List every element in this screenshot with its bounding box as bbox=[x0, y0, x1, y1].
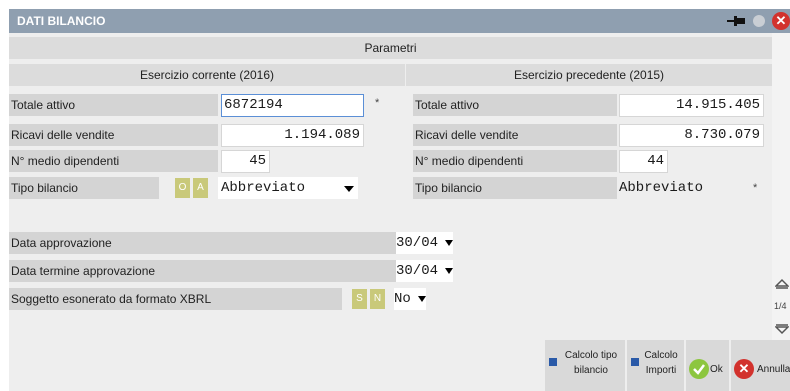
tipo-option-a-button[interactable]: A bbox=[193, 178, 208, 198]
calcolo-importi-line2: Importi bbox=[645, 365, 677, 376]
minimize-icon[interactable] bbox=[753, 15, 765, 27]
section-title: Parametri bbox=[9, 37, 772, 59]
data-approvazione-value: 30/04 bbox=[396, 235, 439, 251]
titlebar-bar: DATI BILANCIO ✕ bbox=[9, 9, 790, 33]
page-indicator: 1/4 bbox=[774, 301, 787, 311]
window-title: DATI BILANCIO bbox=[17, 14, 106, 28]
current-totale-attivo-input[interactable]: 6872194 bbox=[221, 94, 364, 117]
previous-dipendenti-input[interactable]: 44 bbox=[619, 150, 668, 173]
previous-tipo-label: Tipo bilancio bbox=[413, 177, 617, 199]
calcolo-tipo-bilancio-button[interactable]: Calcolo tipo bilancio bbox=[545, 340, 625, 391]
checkmark-icon bbox=[689, 359, 709, 379]
chevron-down-icon bbox=[418, 296, 426, 302]
vertical-scrollbar[interactable]: 1/4 bbox=[772, 33, 790, 391]
xbrl-select[interactable]: No bbox=[394, 288, 426, 310]
previous-totale-attivo-label: Totale attivo bbox=[413, 94, 617, 116]
calcolo-importi-button[interactable]: Calcolo Importi bbox=[627, 340, 684, 391]
data-termine-field[interactable]: 30/04 bbox=[396, 260, 453, 282]
scroll-up-icon[interactable] bbox=[775, 276, 789, 290]
current-totale-attivo-label: Totale attivo bbox=[9, 94, 218, 116]
chevron-down-icon bbox=[445, 240, 453, 246]
calcolo-tipo-line1: Calcolo tipo bbox=[564, 350, 618, 361]
cancel-icon: ✕ bbox=[734, 359, 754, 379]
current-ricavi-input[interactable]: 1.194.089 bbox=[221, 124, 364, 147]
action-square-icon bbox=[631, 358, 639, 366]
current-tipo-select[interactable]: Abbreviato bbox=[218, 177, 358, 199]
data-approvazione-label: Data approvazione bbox=[9, 232, 396, 254]
current-tipo-label: Tipo bilancio bbox=[9, 177, 159, 199]
data-termine-value: 30/04 bbox=[396, 263, 439, 279]
action-square-icon bbox=[549, 358, 557, 366]
annulla-button[interactable]: ✕ Annulla bbox=[731, 340, 790, 391]
xbrl-option-s-button[interactable]: S bbox=[352, 289, 367, 309]
data-termine-label: Data termine approvazione bbox=[9, 260, 396, 282]
current-dipendenti-input[interactable]: 45 bbox=[221, 150, 270, 173]
previous-ricavi-input[interactable]: 8.730.079 bbox=[619, 124, 764, 147]
ok-label: Ok bbox=[710, 364, 723, 375]
current-ricavi-label: Ricavi delle vendite bbox=[9, 124, 218, 146]
current-dipendenti-label: N° medio dipendenti bbox=[9, 150, 218, 172]
previous-required-mark: * bbox=[753, 182, 758, 194]
chevron-down-icon bbox=[344, 186, 354, 192]
previous-dipendenti-label: N° medio dipendenti bbox=[413, 150, 617, 172]
ok-button[interactable]: Ok bbox=[686, 340, 729, 391]
annulla-label: Annulla bbox=[757, 364, 790, 375]
calcolo-tipo-line2: bilancio bbox=[574, 365, 608, 376]
previous-year-header: Esercizio precedente (2015) bbox=[406, 64, 772, 86]
main-panel: Parametri Esercizio corrente (2016) Eser… bbox=[9, 33, 772, 391]
previous-totale-attivo-input[interactable]: 14.915.405 bbox=[619, 94, 764, 117]
previous-tipo-value: Abbreviato bbox=[619, 180, 704, 196]
xbrl-label: Soggetto esonerato da formato XBRL bbox=[9, 288, 342, 310]
current-tipo-value: Abbreviato bbox=[221, 180, 306, 196]
pin-icon[interactable] bbox=[727, 14, 745, 28]
current-required-mark: * bbox=[375, 97, 380, 109]
window-titlebar: DATI BILANCIO ✕ bbox=[0, 0, 790, 35]
xbrl-value: No bbox=[394, 291, 411, 307]
current-year-header: Esercizio corrente (2016) bbox=[9, 64, 405, 86]
previous-ricavi-label: Ricavi delle vendite bbox=[413, 124, 617, 146]
data-approvazione-field[interactable]: 30/04 bbox=[396, 232, 453, 254]
xbrl-option-n-button[interactable]: N bbox=[370, 289, 385, 309]
calcolo-importi-line1: Calcolo bbox=[644, 350, 678, 361]
close-window-button[interactable]: ✕ bbox=[772, 12, 790, 30]
tipo-option-o-button[interactable]: O bbox=[175, 178, 190, 198]
scroll-down-icon[interactable] bbox=[775, 323, 789, 337]
chevron-down-icon bbox=[445, 268, 453, 274]
